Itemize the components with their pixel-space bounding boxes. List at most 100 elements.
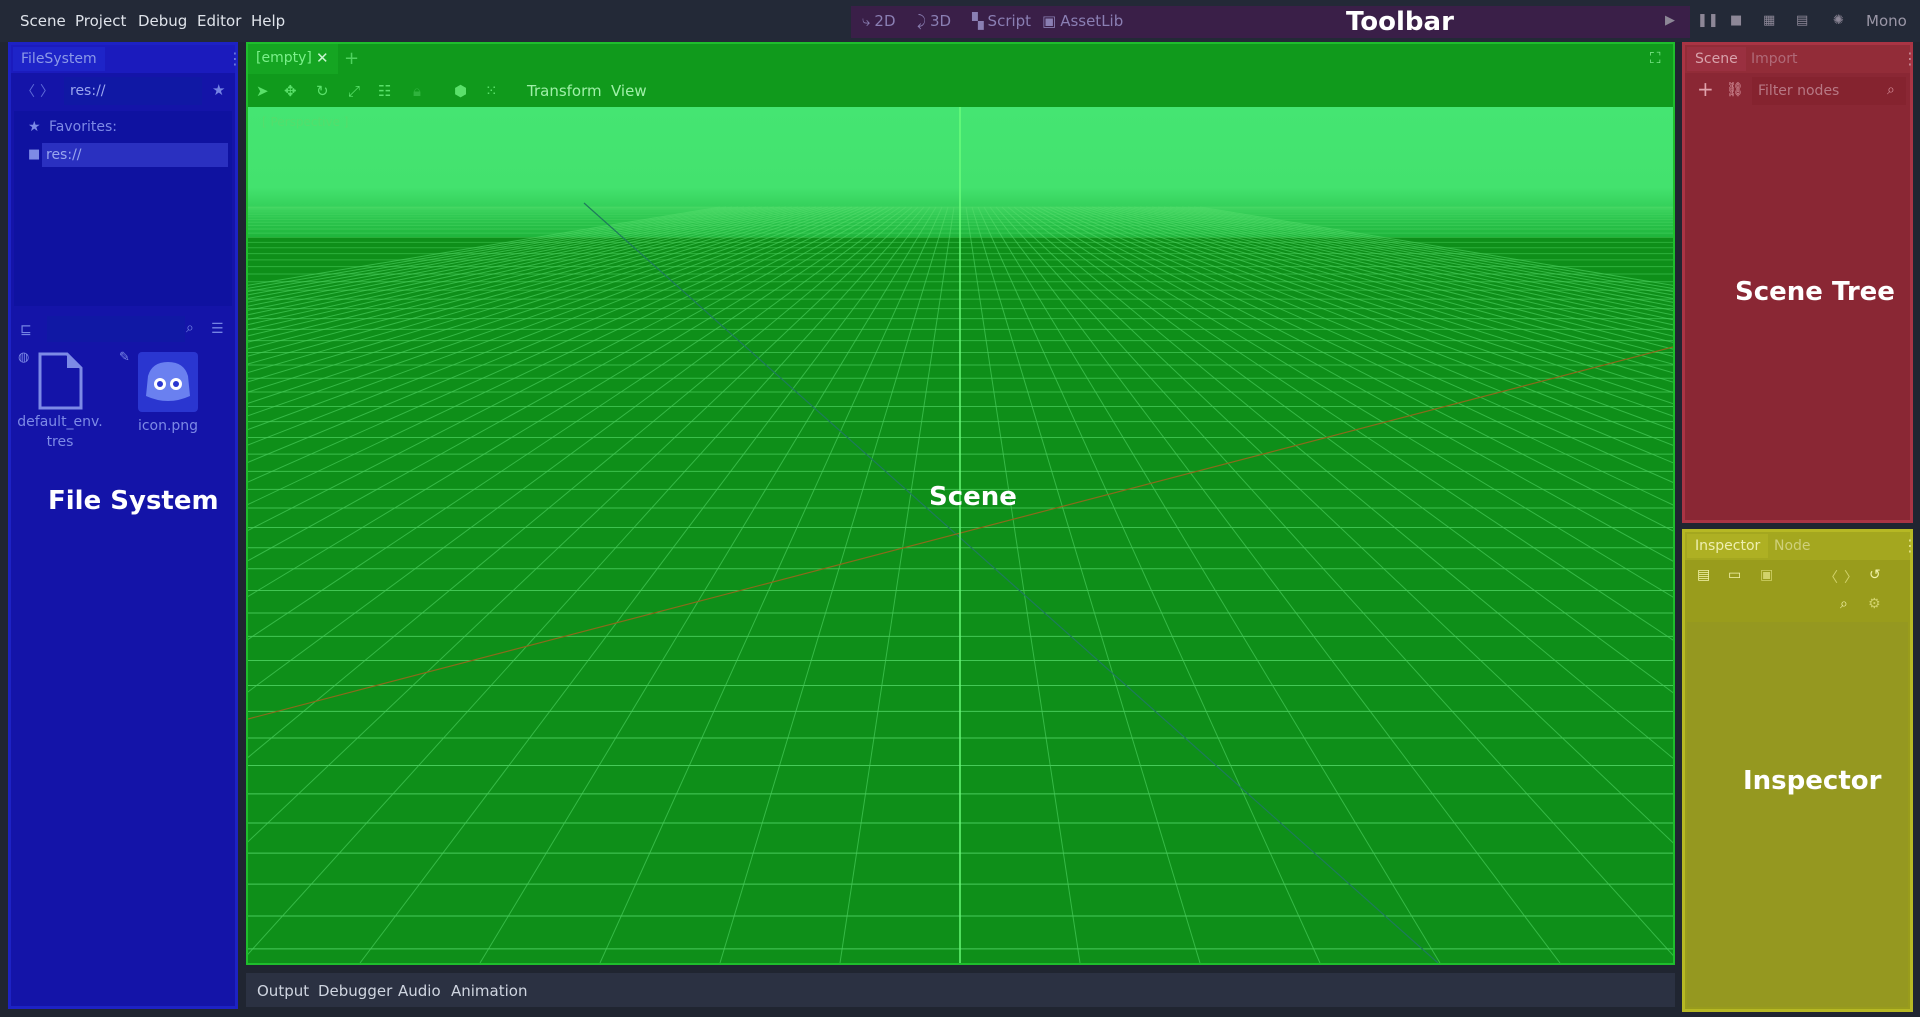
link-icon[interactable]: ⛓ [1726, 82, 1744, 98]
split-mode-icon[interactable]: ⊑ [20, 322, 32, 338]
lock-icon[interactable]: 🔒︎ [413, 82, 421, 100]
transform-menu[interactable]: Transform [527, 82, 602, 100]
local-space-icon[interactable]: ⬢ [454, 82, 467, 100]
file-name: default_env.tres [17, 414, 103, 450]
back-arrow-icon[interactable]: 〈 [21, 81, 35, 101]
tab-import[interactable]: Import [1751, 51, 1797, 67]
scene-viewport: [empty] ✕ + ⛶ ➤ ✥ ↻ ⤢ ☷ 🔒︎ ⬢ ⁙ Transform… [246, 42, 1675, 965]
scene-tabbar: [empty] ✕ + ⛶ [248, 44, 1673, 74]
folder-icon: ■ [28, 147, 41, 162]
path-field[interactable]: res:// [64, 77, 202, 105]
play-custom-scene-icon[interactable]: ▤ [1796, 13, 1808, 28]
2d-icon: ⤷ [862, 12, 871, 30]
search-icon[interactable]: ⌕ [1840, 596, 1848, 612]
file-item-default-env[interactable]: default_env.tres [15, 352, 105, 452]
assetlib-icon: ▣ [1042, 12, 1057, 30]
inspector-dock: Inspector Node ⋮ ▤ ▭ ▣ 〈 〉 ↺ ⌕ ⚙ Inspect… [1682, 529, 1918, 1012]
filesystem-dock: FileSystem ⋮ 〈 〉 res:// ★ ★ Favorites: ■… [8, 42, 243, 1009]
script-icon: ▚ [972, 12, 984, 30]
scale-tool-icon[interactable]: ⤢ [348, 82, 360, 100]
add-node-icon[interactable]: + [1697, 77, 1714, 101]
menu-debug[interactable]: Debug [138, 12, 187, 30]
view-menu[interactable]: View [611, 82, 647, 100]
stop-icon[interactable]: ■ [1730, 13, 1742, 28]
favorite-star-icon[interactable]: ★ [212, 81, 225, 99]
file-item-icon-png[interactable]: icon.png [123, 352, 213, 434]
filesystem-region-label: File System [48, 486, 219, 516]
workspace-assetlib-button[interactable]: ▣ AssetLib [1042, 12, 1123, 30]
dock-menu-icon[interactable]: ⋮ [1902, 51, 1918, 67]
play-scene-icon[interactable]: ▦ [1763, 13, 1775, 28]
tab-scene[interactable]: Scene [1687, 47, 1746, 71]
workspace-3d-button[interactable]: ⤸ 3D [917, 12, 951, 30]
open-folder-icon[interactable]: ▭ [1728, 567, 1741, 583]
scene-tree-dock: Scene Import ⋮ + ⛓ Filter nodes ⌕ Scene … [1682, 42, 1918, 523]
pause-icon[interactable]: ❚❚ [1697, 13, 1719, 28]
toolbar-region: ⤷ 2D ⤸ 3D ▚ Script ▣ AssetLib ▶ ❚❚ ■ [851, 6, 1742, 38]
3d-canvas[interactable]: [ Perspective ] Scene [248, 107, 1673, 963]
mono-label: Mono [1866, 12, 1907, 30]
file-icon [38, 352, 83, 410]
tab-audio[interactable]: Audio [398, 982, 441, 1000]
inspector-tabbar: Inspector Node ⋮ [1685, 532, 1918, 560]
inspector-content [1687, 622, 1908, 1007]
snap-icon[interactable]: ⁙ [485, 82, 498, 100]
3d-icon: ⤸ [917, 12, 927, 30]
history-forward-icon[interactable]: 〉 [1844, 567, 1858, 587]
toolbar-region-label: Toolbar [1346, 7, 1454, 37]
menu-editor[interactable]: Editor [197, 12, 241, 30]
workspace-script-button[interactable]: ▚ Script [972, 12, 1031, 30]
favorites-item[interactable]: ★ Favorites: [28, 119, 117, 135]
search-icon: ⌕ [1887, 82, 1895, 98]
scene-tab[interactable]: [empty] ✕ [248, 44, 338, 74]
menu-scene[interactable]: Scene [20, 12, 66, 30]
tab-animation[interactable]: Animation [451, 982, 527, 1000]
menu-help[interactable]: Help [251, 12, 285, 30]
workspace-2d-button[interactable]: ⤷ 2D [862, 12, 896, 30]
viewport-toolbar: ➤ ✥ ↻ ⤢ ☷ 🔒︎ ⬢ ⁙ Transform View [248, 74, 1673, 107]
history-back-icon[interactable]: 〈 [1824, 567, 1838, 587]
move-tool-icon[interactable]: ✥ [284, 82, 297, 100]
perspective-label[interactable]: [ Perspective ] [262, 115, 349, 129]
play-icon[interactable]: ▶ [1665, 13, 1675, 28]
new-resource-icon[interactable]: ▤ [1697, 567, 1710, 583]
fullscreen-icon[interactable]: ⛶ [1650, 49, 1661, 67]
list-select-icon[interactable]: ☷ [378, 82, 391, 100]
file-name: icon.png [137, 418, 199, 434]
select-tool-icon[interactable]: ➤ [256, 82, 269, 100]
godot-icon [138, 352, 198, 412]
file-tree: ★ Favorites: ■ res:// [14, 111, 232, 306]
file-search-input[interactable] [47, 316, 185, 342]
add-tab-icon[interactable]: + [344, 48, 359, 69]
tab-debugger[interactable]: Debugger [318, 982, 392, 1000]
rotate-tool-icon[interactable]: ↻ [316, 82, 329, 100]
tree-item-label: res:// [42, 143, 228, 167]
tab-node[interactable]: Node [1774, 538, 1811, 554]
dock-menu-icon[interactable]: ⋮ [1902, 538, 1918, 554]
save-icon[interactable]: ▣ [1760, 567, 1773, 583]
tab-filesystem[interactable]: FileSystem [13, 47, 105, 71]
tab-output[interactable]: Output [257, 982, 309, 1000]
scene-tree-region-label: Scene Tree [1735, 277, 1895, 307]
bottom-panel: Output Debugger Audio Animation [246, 973, 1675, 1007]
scene-tree-tabbar: Scene Import ⋮ [1685, 45, 1918, 73]
inspector-region-label: Inspector [1743, 766, 1882, 796]
close-icon[interactable]: ✕ [316, 49, 329, 67]
search-icon: ⌕ [186, 320, 194, 336]
filter-nodes-input[interactable]: Filter nodes [1752, 77, 1906, 105]
scene-tab-label: [empty] [256, 50, 312, 66]
spinner-icon: ✺ [1833, 13, 1844, 28]
tab-inspector[interactable]: Inspector [1687, 534, 1769, 558]
tools-icon[interactable]: ⚙ [1868, 596, 1881, 612]
grid-floor [248, 107, 1673, 963]
star-icon: ★ [28, 119, 41, 135]
dock-menu-icon[interactable]: ⋮ [227, 51, 243, 67]
list-view-icon[interactable]: ☰ [211, 321, 224, 337]
history-icon[interactable]: ↺ [1869, 567, 1881, 583]
favorites-label: Favorites: [49, 119, 117, 135]
forward-arrow-icon[interactable]: 〉 [40, 81, 54, 101]
scene-region-label: Scene [929, 482, 1017, 512]
filesystem-tabbar: FileSystem ⋮ [11, 45, 243, 73]
menu-project[interactable]: Project [75, 12, 126, 30]
tree-item-res[interactable]: ■ res:// [28, 143, 228, 167]
